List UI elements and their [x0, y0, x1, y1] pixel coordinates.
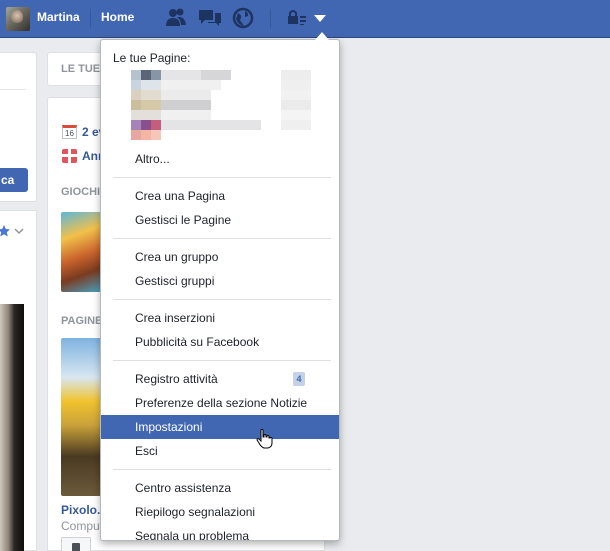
home-link[interactable]: Home [101, 10, 134, 24]
notifications-globe-icon[interactable] [232, 7, 256, 29]
menu-item-report-problem[interactable]: Segnala un problema [101, 524, 339, 540]
menu-separator [113, 469, 331, 470]
calendar-icon: 16 [62, 125, 77, 139]
menu-item-manage-pages[interactable]: Gestisci le Pagine [101, 208, 339, 232]
messages-icon[interactable] [198, 7, 222, 29]
hand-pointer-icon [256, 429, 273, 449]
menu-item-manage-groups[interactable]: Gestisci gruppi [101, 269, 339, 293]
game-thumbnail[interactable] [61, 212, 101, 292]
menu-item-logout[interactable]: Esci [101, 439, 339, 463]
menu-separator [113, 238, 331, 239]
activity-count-badge: 4 [293, 372, 305, 386]
privacy-lock-icon[interactable] [286, 7, 310, 29]
pages-heading: PAGINE [61, 315, 103, 327]
games-heading: GIOCHI [61, 186, 101, 198]
top-navigation-bar: Martina Home [0, 0, 610, 38]
profile-link[interactable]: Martina [37, 10, 80, 24]
chevron-down-icon[interactable] [14, 228, 24, 235]
like-page-button[interactable] [61, 537, 91, 551]
menu-item-create-group[interactable]: Crea un gruppo [101, 245, 339, 269]
friends-icon[interactable] [164, 7, 188, 29]
menu-item-settings[interactable]: Impostazioni [101, 415, 339, 439]
card-heading: LE TUE [61, 63, 101, 75]
menu-item-activity-log[interactable]: Registro attività 4 [101, 367, 339, 391]
menu-separator [113, 177, 331, 178]
your-pages-heading: Le tue Pagine: [113, 51, 191, 65]
suggested-page-category: Comput [61, 519, 104, 533]
nav-divider [90, 9, 91, 28]
more-pages-link[interactable]: Altro... [101, 147, 339, 171]
menu-item-create-ads[interactable]: Crea inserzioni [101, 306, 339, 330]
post-photo[interactable] [0, 304, 24, 551]
account-menu-caret-icon[interactable] [312, 7, 328, 29]
menu-item-label: Registro attività [135, 372, 218, 386]
left-action-button[interactable]: ca [0, 168, 28, 192]
dropdown-pointer [315, 32, 329, 40]
menu-item-news-feed-preferences[interactable]: Preferenze della sezione Notizie [101, 391, 339, 415]
account-dropdown-menu: Le tue Pagine: Altro... Crea una Pagina … [100, 39, 340, 541]
menu-separator [113, 299, 331, 300]
menu-item-support-inbox[interactable]: Riepilogo segnalazioni [101, 500, 339, 524]
nav-divider [270, 9, 271, 28]
gift-icon [62, 149, 77, 163]
page-thumbnail[interactable] [61, 338, 101, 496]
menu-separator [113, 360, 331, 361]
menu-item-create-page[interactable]: Crea una Pagina [101, 184, 339, 208]
user-avatar[interactable] [6, 7, 30, 31]
menu-item-help-center[interactable]: Centro assistenza [101, 476, 339, 500]
suggested-page-name[interactable]: Pixolo. [61, 503, 100, 517]
star-icon[interactable] [0, 224, 11, 238]
menu-item-advertise[interactable]: Pubblicità su Facebook [101, 330, 339, 354]
